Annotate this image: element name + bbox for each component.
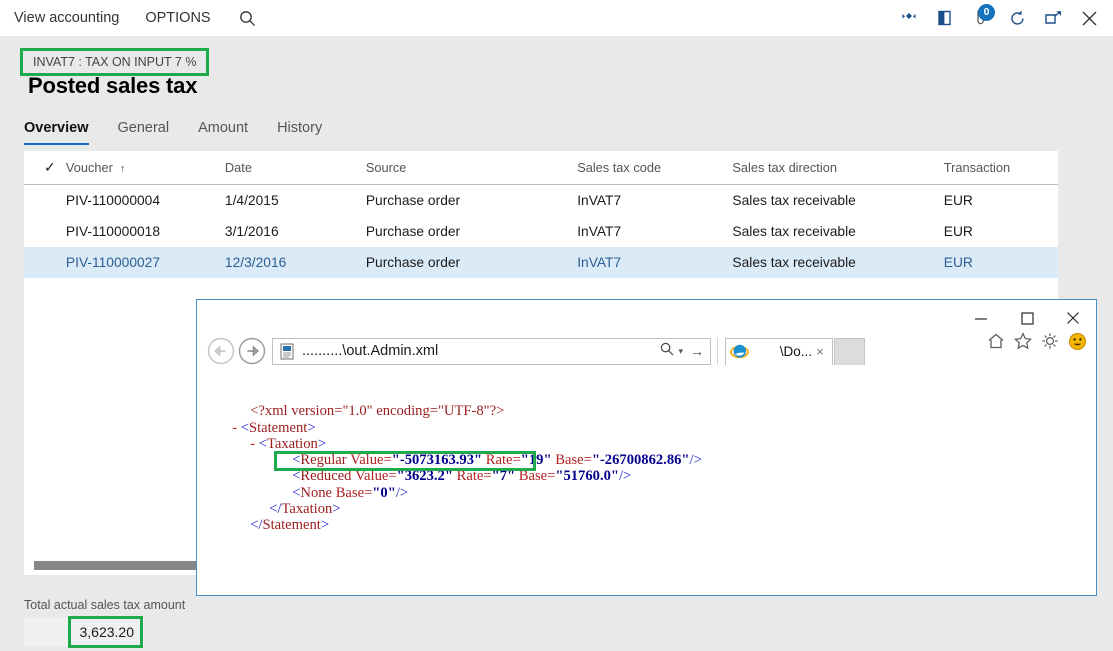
xml-reduced-base: 51760.0: [563, 468, 611, 485]
top-command-bar: View accounting OPTIONS 0: [0, 0, 1113, 37]
chevron-down-icon[interactable]: ▾: [678, 346, 683, 357]
xml-line-regular: <Regular Value="-5073163.93" Rate="19" B…: [292, 452, 702, 469]
search-icon[interactable]: [231, 0, 265, 36]
breadcrumb[interactable]: INVAT7 : TAX ON INPUT 7 %: [20, 48, 210, 76]
view-accounting-menu[interactable]: View accounting: [14, 0, 133, 36]
screen-root: View accounting OPTIONS 0 INVAT7: TAX O…: [0, 0, 1113, 651]
address-bar-actions: ▾ →: [660, 342, 704, 361]
tab-history[interactable]: History: [277, 120, 322, 145]
options-menu[interactable]: OPTIONS: [133, 0, 224, 36]
sort-ascending-icon: ↑: [119, 163, 126, 175]
tab-close-icon[interactable]: ×: [812, 344, 828, 359]
xml-document-view: <?xml version="1.0" encoding="UTF-8"?> -…: [198, 375, 1096, 595]
cell-voucher: PIV-110000027: [65, 255, 161, 270]
internet-explorer-icon: [730, 342, 749, 361]
table-row[interactable]: PIV-110000004 1/4/2015 Purchase order In…: [24, 185, 1058, 216]
column-label-voucher: Voucher: [65, 160, 113, 175]
tab-overview[interactable]: Overview: [24, 120, 89, 145]
table-row[interactable]: PIV-110000027 12/3/2016 Purchase order I…: [24, 247, 1058, 278]
column-header-sales-tax-code[interactable]: Sales tax code: [577, 160, 732, 175]
popout-icon[interactable]: [1035, 0, 1071, 36]
notifications-icon[interactable]: 0: [963, 0, 999, 36]
go-arrow-icon[interactable]: →: [687, 343, 704, 359]
grid-header-row: ✓ Voucher ↑ Date Source Sales tax code Sa…: [24, 151, 1058, 185]
total-amount-label: Total actual sales tax amount: [24, 598, 186, 612]
cell-transaction-currency: EUR: [943, 255, 973, 270]
refresh-icon[interactable]: [999, 0, 1035, 36]
xml-element-none: None: [300, 484, 333, 501]
address-bar[interactable]: ..........\out.Admin.xml ▾ →: [272, 337, 711, 365]
close-icon[interactable]: [1071, 0, 1107, 36]
cell-sales-tax-code: InVAT7: [577, 193, 622, 208]
search-icon[interactable]: [660, 342, 674, 361]
notification-count-badge: 0: [978, 4, 995, 21]
tab-strip: Overview General Amount History: [24, 113, 351, 145]
cell-sales-tax-direction: Sales tax receivable: [732, 255, 856, 270]
cell-sales-tax-code: InVAT7: [577, 255, 622, 270]
cell-voucher: PIV-110000004: [65, 193, 161, 208]
top-menu-group: View accounting OPTIONS: [14, 0, 265, 36]
browser-window: ..........\out.Admin.xml ▾ → \Do... × <?…: [196, 299, 1097, 596]
browser-tab-title: \Do...: [779, 344, 812, 359]
cell-source: Purchase order: [365, 193, 461, 208]
browser-navigation-bar: ..........\out.Admin.xml ▾ → \Do... ×: [197, 328, 1096, 374]
cell-date: 1/4/2015: [224, 193, 279, 208]
xml-none-base: 0: [380, 484, 388, 501]
tab-general[interactable]: General: [118, 120, 170, 145]
column-header-source[interactable]: Source: [366, 160, 577, 175]
cell-source: Purchase order: [365, 224, 461, 239]
smiley-feedback-icon[interactable]: [1066, 330, 1088, 352]
column-header-voucher[interactable]: Voucher ↑: [66, 160, 225, 175]
company-icon[interactable]: [927, 0, 963, 36]
xml-regular-base: -26700862.86: [599, 452, 682, 469]
column-header-sales-tax-direction[interactable]: Sales tax direction: [732, 160, 943, 175]
cell-transaction-currency: EUR: [943, 193, 973, 208]
settings-gear-icon[interactable]: [1039, 330, 1061, 352]
diamond-nav-icon[interactable]: [891, 0, 927, 36]
browser-tools: [985, 330, 1088, 352]
favorites-star-icon[interactable]: [1012, 330, 1034, 352]
xml-line-taxation-open: - <Taxation>: [250, 435, 327, 452]
table-row[interactable]: PIV-110000018 3/1/2016 Purchase order In…: [24, 216, 1058, 247]
cell-sales-tax-code: InVAT7: [577, 224, 622, 239]
cell-source: Purchase order: [365, 255, 461, 270]
cell-transaction-currency: EUR: [943, 224, 973, 239]
total-amount-value[interactable]: 3,623.20: [68, 616, 143, 648]
back-button[interactable]: [205, 336, 236, 367]
new-tab-button[interactable]: [834, 337, 865, 365]
check-icon: ✓: [44, 159, 56, 175]
xml-document-icon: [279, 343, 296, 360]
toolbar-divider: [717, 337, 718, 365]
cell-sales-tax-direction: Sales tax receivable: [732, 224, 856, 239]
address-bar-text: ..........\out.Admin.xml: [302, 343, 439, 359]
cell-sales-tax-direction: Sales tax receivable: [732, 193, 856, 208]
column-header-transaction[interactable]: Transaction: [944, 160, 1058, 175]
browser-tab[interactable]: \Do... ×: [725, 337, 833, 365]
tab-amount[interactable]: Amount: [198, 120, 248, 145]
top-right-icon-group: 0: [891, 0, 1107, 36]
xml-line-declaration: <?xml version="1.0" encoding="UTF-8"?>: [198, 387, 1096, 419]
cell-date: 12/3/2016: [224, 255, 287, 270]
home-icon[interactable]: [985, 330, 1007, 352]
column-header-date[interactable]: Date: [225, 160, 366, 175]
cell-date: 3/1/2016: [224, 224, 279, 239]
cell-voucher: PIV-110000018: [65, 224, 161, 239]
select-all-checkbox[interactable]: ✓: [24, 159, 66, 176]
forward-button[interactable]: [236, 336, 267, 367]
highlight-box-reduced-xml: [274, 451, 536, 471]
page-title: Posted sales tax: [28, 73, 198, 98]
xml-declaration-text: <?xml version="1.0" encoding="UTF-8"?>: [250, 403, 505, 420]
